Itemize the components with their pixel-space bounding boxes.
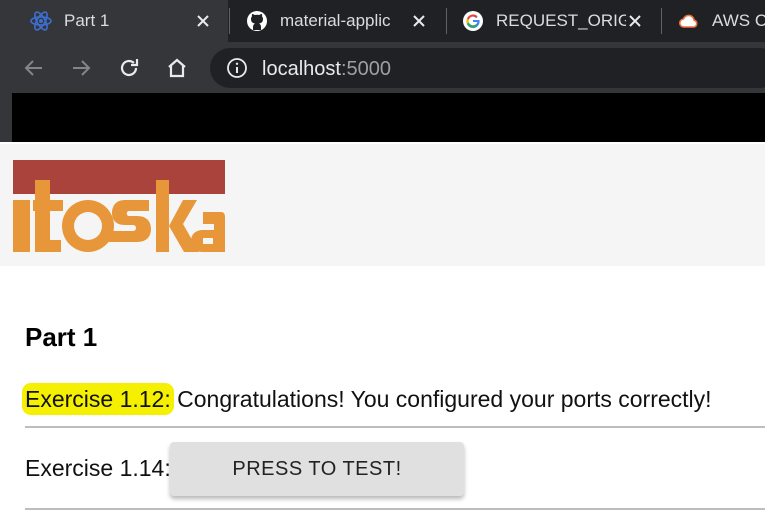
browser-toolbar: localhost:5000 (0, 42, 765, 93)
tab-request-orig[interactable]: REQUEST_ORIG (448, 0, 660, 42)
tab-material-applic[interactable]: material-applic (232, 0, 444, 42)
home-button[interactable] (163, 54, 191, 82)
tab-title: AWS C (712, 11, 765, 30)
page-content: Part 1 Exercise 1.12: Congratulations! Y… (0, 144, 765, 529)
close-icon[interactable] (408, 10, 430, 32)
home-icon (168, 58, 186, 78)
google-icon (462, 10, 484, 32)
press-to-test-button[interactable]: PRESS TO TEST! (170, 442, 464, 496)
close-icon[interactable] (192, 10, 214, 32)
toolbar-edge (0, 93, 12, 142)
page-title: Part 1 (25, 322, 98, 352)
itoska-logo (13, 160, 225, 252)
cloud-icon (678, 10, 700, 32)
tab-part-1[interactable]: Part 1 (0, 0, 228, 42)
tab-aws[interactable]: AWS C (664, 0, 765, 42)
arrow-left-icon (24, 60, 42, 76)
exercise-1-12-row: Exercise 1.12: Congratulations! You conf… (25, 386, 712, 413)
tab-title: REQUEST_ORIG (496, 11, 626, 30)
tab-title: Part 1 (64, 11, 110, 30)
page-header (0, 144, 765, 266)
url-host: localhost (262, 58, 341, 80)
arrow-right-icon (73, 60, 91, 76)
tab-separator (661, 8, 662, 34)
address-bar[interactable]: localhost:5000 (210, 48, 765, 88)
info-icon[interactable] (226, 57, 248, 79)
forward-button[interactable] (67, 54, 95, 82)
divider (25, 508, 765, 510)
reload-icon (120, 59, 139, 77)
bookmarks-bar (12, 93, 765, 142)
divider (25, 426, 765, 428)
exercise-1-12-message: Congratulations! You configured your por… (170, 386, 712, 412)
exercise-1-12-label: Exercise 1.12: (25, 386, 171, 412)
react-icon (30, 10, 52, 32)
browser-tab-strip: Part 1 material-applic REQUEST_ORIG AWS … (0, 0, 765, 42)
github-icon (246, 10, 268, 32)
close-icon[interactable] (624, 10, 646, 32)
url-text: localhost:5000 (262, 58, 391, 81)
tab-title: material-applic (280, 11, 391, 30)
tab-separator (446, 8, 447, 34)
tab-separator (229, 8, 230, 34)
back-button[interactable] (20, 54, 48, 82)
reload-button[interactable] (115, 54, 143, 82)
exercise-1-14-label: Exercise 1.14: (25, 455, 171, 481)
url-port: :5000 (340, 58, 391, 80)
